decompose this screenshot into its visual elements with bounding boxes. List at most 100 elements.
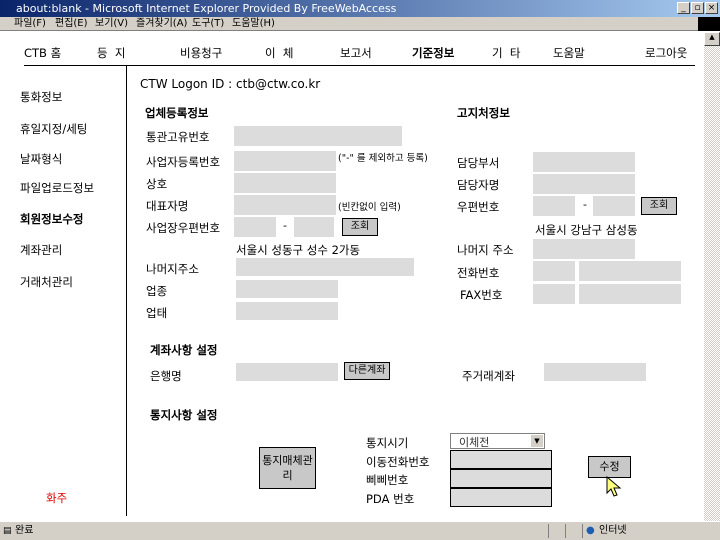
label-business-type: 업태: [146, 306, 168, 320]
notify-timing-select[interactable]: 이체전 ▼: [450, 433, 545, 449]
phone2-input[interactable]: [579, 261, 681, 281]
biz-no-note: ("-" 를 제외하고 등록): [338, 153, 428, 164]
sidebar-item-member-edit[interactable]: 회원정보수정: [20, 211, 83, 227]
menu-favorites[interactable]: 즐겨찾기(A): [136, 17, 187, 31]
scroll-up-button[interactable]: ▲: [704, 32, 720, 46]
menu-edit[interactable]: 편집(E): [55, 17, 88, 31]
label-notify-timing: 통지시기: [366, 436, 409, 450]
security-zone: 인터넷: [599, 525, 627, 536]
biz-zip2-input[interactable]: [294, 217, 334, 237]
notify-media-button[interactable]: 통지매체관리: [259, 447, 316, 489]
biz-zip1-input[interactable]: [234, 217, 276, 237]
status-divider: [565, 524, 566, 538]
mobile-input[interactable]: [450, 450, 552, 469]
nav-help[interactable]: 도움말: [553, 45, 585, 61]
customs-id-input[interactable]: [234, 126, 402, 146]
status-text: 완료: [15, 525, 34, 536]
sidebar-divider: [126, 66, 127, 516]
label-phone: 전화번호: [457, 266, 500, 280]
fax2-input[interactable]: [579, 284, 681, 304]
sidebar-footer-shipper: 화주: [46, 491, 68, 505]
menu-bar: 파일(F) 편집(E) 보기(V) 즐겨찾기(A) 도구(T) 도움말(H): [0, 17, 720, 31]
chevron-down-icon[interactable]: ▼: [531, 435, 543, 447]
zip2-input[interactable]: [593, 196, 635, 216]
menu-help[interactable]: 도움말(H): [232, 17, 275, 31]
sidebar-item-client[interactable]: 거래처관리: [20, 274, 73, 290]
notify-timing-value: 이체전: [459, 436, 490, 449]
contact-input[interactable]: [533, 174, 635, 194]
department-input[interactable]: [533, 152, 635, 172]
billing-heading: 고지처정보: [457, 106, 510, 120]
label-contact: 담당자명: [457, 178, 500, 192]
main-account-input[interactable]: [544, 363, 646, 381]
pager-input[interactable]: [450, 469, 552, 488]
zip-search-button[interactable]: 조회: [641, 197, 677, 215]
label-biz-zip: 사업장우편번호: [146, 221, 221, 235]
window-title: about:blank - Microsoft Internet Explore…: [16, 2, 397, 15]
address-rest-input[interactable]: [533, 239, 635, 259]
nav-logout[interactable]: 로그아웃: [645, 45, 687, 61]
nav-billing[interactable]: 비용청구: [180, 45, 222, 61]
nav-divider: [24, 65, 695, 66]
company-heading: 업체등록정보: [145, 106, 209, 120]
menu-view[interactable]: 보기(V): [95, 17, 128, 31]
minimize-button[interactable]: _: [677, 2, 690, 14]
sidebar-item-file-upload[interactable]: 파일업로드정보: [20, 180, 94, 196]
label-ceo: 대표자명: [146, 199, 189, 213]
label-industry: 업종: [146, 284, 168, 298]
nav-etc[interactable]: 기 타: [492, 45, 520, 61]
label-biz-no: 사업자등록번호: [146, 155, 221, 169]
biz-no-input[interactable]: [234, 151, 336, 171]
sidebar-item-holiday[interactable]: 휴일지정/세팅: [20, 121, 87, 137]
label-customs-id: 통관고유번호: [146, 130, 210, 144]
nav-notify[interactable]: 등 지: [97, 45, 125, 61]
label-address-rest: 나머지주소: [146, 262, 199, 276]
ie-logo-icon: [698, 17, 720, 31]
sidebar-item-call-info[interactable]: 통화정보: [20, 89, 62, 105]
sidebar-item-date-format[interactable]: 날짜형식: [20, 151, 62, 167]
billing-address-text: 서울시 강남구 삼성동: [535, 223, 638, 237]
industry-input[interactable]: [236, 280, 338, 298]
fax1-input[interactable]: [533, 284, 575, 304]
nav-home[interactable]: CTB 홈: [24, 45, 61, 61]
label-pager: 삐삐번호: [366, 473, 409, 487]
notify-heading: 통지사항 설정: [150, 408, 218, 422]
zip-dash: -: [283, 219, 287, 232]
nav-transfer[interactable]: 이 체: [265, 45, 293, 61]
label-pda: PDA 번호: [366, 492, 415, 506]
scrollbar[interactable]: ▲: [704, 32, 720, 521]
submit-button[interactable]: 수정: [588, 456, 631, 478]
menu-tools[interactable]: 도구(T): [192, 17, 224, 31]
maximize-button[interactable]: ▫: [691, 2, 704, 14]
sidebar-item-account[interactable]: 계좌관리: [20, 242, 62, 258]
page-icon: ▤: [3, 526, 12, 536]
mouse-cursor-icon: [606, 476, 622, 497]
nav-base-info[interactable]: 기준정보: [412, 45, 454, 61]
label-main-account: 주거래계좌: [462, 369, 515, 383]
zip1-input[interactable]: [533, 196, 575, 216]
ceo-note: (빈칸없이 입력): [338, 202, 401, 213]
biz-address-rest-input[interactable]: [236, 258, 414, 276]
status-divider: [582, 524, 583, 538]
label-zip: 우편번호: [457, 200, 500, 214]
status-bar: ▤ 완료 ● 인터넷: [0, 521, 720, 540]
label-fax: FAX번호: [460, 288, 503, 302]
title-bar: about:blank - Microsoft Internet Explore…: [0, 0, 720, 17]
menu-file[interactable]: 파일(F): [14, 17, 46, 31]
biz-address-text: 서울시 성동구 성수 2가동: [236, 243, 361, 257]
business-type-input[interactable]: [236, 302, 338, 320]
pda-input[interactable]: [450, 488, 552, 507]
nav-report[interactable]: 보고서: [340, 45, 372, 61]
close-button[interactable]: ×: [705, 2, 718, 14]
logon-id: CTW Logon ID : ctb@ctw.co.kr: [140, 77, 321, 91]
company-name-input[interactable]: [234, 173, 336, 193]
globe-icon: ●: [586, 525, 595, 536]
label-company-name: 상호: [146, 177, 168, 191]
phone1-input[interactable]: [533, 261, 575, 281]
ceo-input[interactable]: [234, 195, 336, 215]
other-account-button[interactable]: 다른계좌: [344, 362, 390, 380]
bank-input[interactable]: [236, 363, 338, 381]
account-heading: 계좌사항 설정: [150, 343, 218, 357]
biz-zip-search-button[interactable]: 조회: [342, 218, 378, 236]
zip-dash: -: [583, 198, 587, 211]
